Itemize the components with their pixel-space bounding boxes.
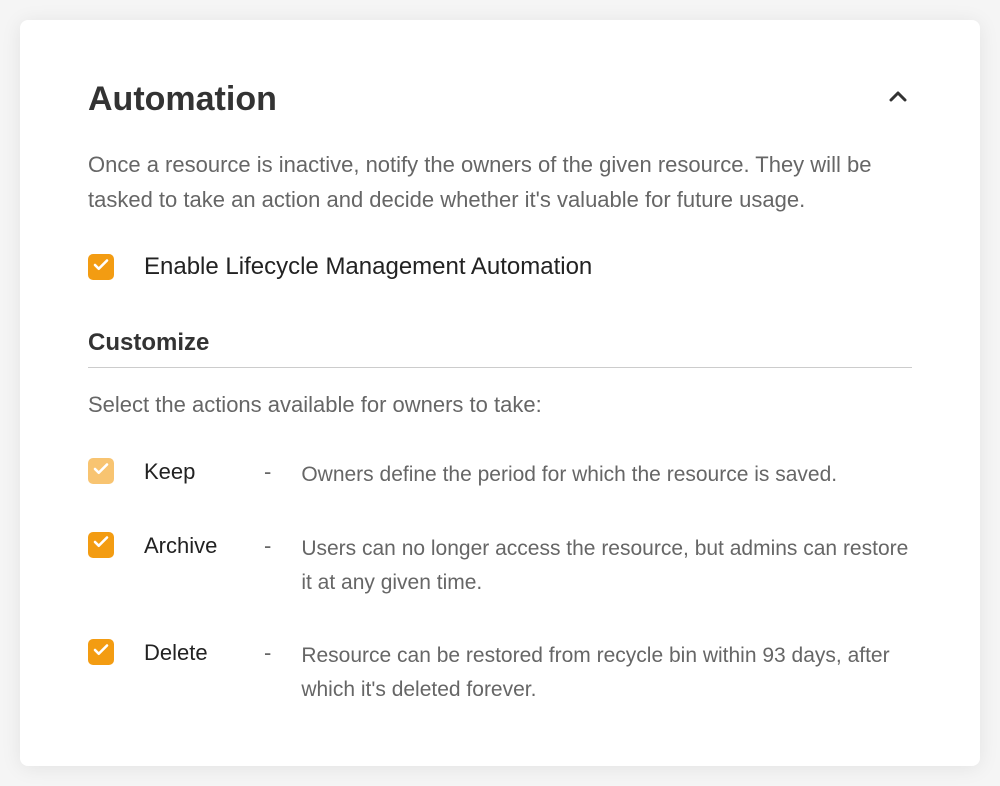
check-icon [92,256,110,279]
enable-automation-row: Enable Lifecycle Management Automation [88,253,912,281]
action-label: Keep [144,458,234,485]
action-description: Resource can be restored from recycle bi… [301,639,912,706]
action-row-keep: Keep - Owners define the period for whic… [88,458,912,492]
chevron-up-icon [886,85,910,114]
check-icon [92,533,110,556]
customize-subheading: Select the actions available for owners … [88,392,912,418]
automation-panel: Automation Once a resource is inactive, … [20,20,980,766]
check-icon [92,641,110,664]
delete-checkbox[interactable] [88,639,114,665]
keep-checkbox[interactable] [88,458,114,484]
enable-automation-label: Enable Lifecycle Management Automation [144,253,592,281]
check-icon [92,460,110,483]
action-dash: - [264,532,271,559]
collapse-toggle[interactable] [884,86,912,114]
panel-title: Automation [88,80,277,119]
action-dash: - [264,458,271,485]
enable-automation-checkbox[interactable] [88,254,114,280]
action-description: Users can no longer access the resource,… [301,532,912,599]
customize-heading: Customize [88,329,912,368]
action-row-archive: Archive - Users can no longer access the… [88,532,912,599]
action-row-delete: Delete - Resource can be restored from r… [88,639,912,706]
action-description: Owners define the period for which the r… [301,458,912,492]
action-label: Archive [144,532,234,559]
panel-description: Once a resource is inactive, notify the … [88,147,912,217]
action-label: Delete [144,639,234,666]
panel-header: Automation [88,80,912,119]
archive-checkbox[interactable] [88,532,114,558]
action-dash: - [264,639,271,666]
